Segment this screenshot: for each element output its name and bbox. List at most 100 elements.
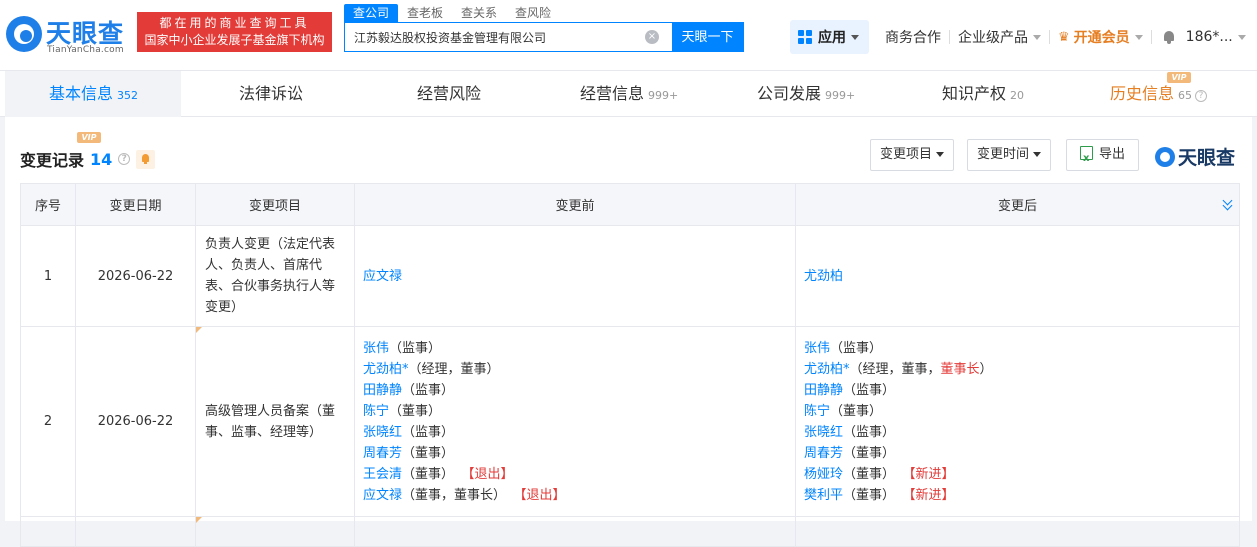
list-item: 张伟（监事） (804, 338, 1231, 359)
row-after: 尤劲柏 (795, 225, 1240, 327)
search-button[interactable]: 天眼一下 (672, 23, 743, 51)
tab-legal[interactable]: 法律诉讼 (239, 71, 303, 117)
row-after: 张伟（监事） 尤劲柏*（经理，董事，董事长） 田静静（监事） 陈宁（董事） 张晓… (795, 326, 1240, 517)
tab-count: 20 (1010, 89, 1025, 102)
person-link[interactable]: 王会清 (363, 467, 402, 482)
tab-intellectual-property[interactable]: 知识产权 20 (942, 71, 1024, 117)
row-change-item: 高级管理人员备案（董事、监事、经理等） (195, 326, 355, 517)
crown-icon: ♛ (1058, 29, 1070, 45)
column-header-index: 序号 (20, 183, 76, 226)
top-nav: 应用 商务合作 企业级产品 ♛ 开通会员 186*... (790, 20, 1246, 54)
exit-tag: 【退出】 (520, 487, 566, 503)
tab-count: 999+ (825, 89, 856, 102)
list-item: 王会清（董事） 【退出】 (363, 464, 787, 485)
list-item: 尤劲柏*（经理，董事） (363, 359, 787, 380)
monitor-bell-icon[interactable] (136, 149, 156, 169)
chevron-down-icon (1134, 34, 1143, 40)
person-link[interactable]: 应文禄 (363, 488, 402, 503)
chevron-down-icon (1237, 34, 1246, 40)
new-marker-corner (196, 517, 202, 523)
person-link[interactable]: 应文禄 (363, 269, 402, 284)
person-link[interactable]: 张晓红 (363, 425, 402, 440)
row-before: 张伟（监事） 尤劲柏*（经理，董事） 田静静（监事） 陈宁（董事） 张晓红（监事… (354, 326, 796, 517)
tab-operation-risk[interactable]: 经营风险 (417, 71, 481, 117)
person-link[interactable]: 周春芳 (804, 446, 843, 461)
person-role: （监事） (402, 382, 455, 398)
apps-menu-button[interactable]: 应用 (790, 20, 869, 54)
person-link[interactable]: 张晓红 (804, 425, 843, 440)
search-tab-relation[interactable]: 查关系 (452, 4, 506, 22)
search-tab-boss[interactable]: 查老板 (398, 4, 452, 22)
tab-count: 352 (117, 89, 139, 102)
person-link[interactable]: 周春芳 (363, 446, 402, 461)
slogan-line-2: 国家中小企业发展子基金旗下机构 (144, 33, 325, 47)
person-role: （董事） (389, 403, 442, 419)
chevron-down-icon (851, 34, 859, 40)
list-item: 张晓红（监事） (804, 422, 1231, 443)
list-item: 张晓红（监事） (363, 422, 787, 443)
filter-change-time-dropdown[interactable]: 变更时间 (967, 139, 1052, 171)
row-date (75, 516, 196, 547)
chevron-down-icon (1033, 34, 1041, 40)
list-item: 杨娅玲（董事） 【新进】 (804, 464, 1231, 485)
tianyancha-logo[interactable]: 天眼查 TianYanCha.com (6, 12, 130, 56)
enterprise-products-menu[interactable]: 企业级产品 (950, 27, 1049, 47)
person-link[interactable]: 尤劲柏* (804, 362, 850, 377)
person-link[interactable]: 张伟 (804, 341, 830, 356)
tab-label: 经营风险 (417, 84, 482, 103)
business-cooperation-link[interactable]: 商务合作 (877, 27, 949, 47)
section-title-text: 变更记录 (20, 151, 85, 170)
person-link[interactable]: 田静静 (363, 383, 402, 398)
row-before (354, 516, 796, 547)
column-header-before: 变更前 (354, 183, 796, 226)
row-change-item: 负责人变更（法定代表人、负责人、首席代表、合伙事务执行人等变更） (195, 225, 355, 327)
filter-change-item-dropdown[interactable]: 变更项目 (870, 139, 955, 171)
open-vip-label: 开通会员 (1073, 30, 1130, 46)
row-change-item (195, 516, 355, 547)
person-role: （董事） (402, 445, 455, 461)
user-menu[interactable]: 186*... (1186, 29, 1246, 45)
search-tab-company[interactable]: 查公司 (344, 4, 399, 22)
change-item-text: 高级管理人员备案（董事、监事、经理等） (205, 403, 336, 440)
list-item: 田静静（监事） (363, 380, 787, 401)
person-link[interactable]: 杨娅玲 (804, 467, 843, 482)
person-role: （董事） (843, 487, 896, 503)
list-item: 樊利平（董事） 【新进】 (804, 485, 1231, 506)
help-icon[interactable]: ? (1195, 90, 1208, 102)
person-link[interactable]: 陈宁 (804, 404, 830, 419)
search-box: × 天眼一下 (344, 22, 744, 52)
eye-logo-icon (1155, 146, 1175, 167)
list-item: 陈宁（董事） (363, 401, 787, 422)
export-button[interactable]: 导出 (1066, 139, 1140, 174)
search-tab-risk[interactable]: 查风险 (506, 4, 560, 22)
apps-grid-icon (798, 30, 812, 44)
person-role: （董事） (843, 445, 896, 461)
tab-count: 65 (1178, 89, 1193, 102)
person-link[interactable]: 陈宁 (363, 404, 389, 419)
person-link[interactable]: 张伟 (363, 341, 389, 356)
brand-text: 天眼查 (1178, 147, 1236, 169)
notification-bell-icon[interactable] (1162, 30, 1176, 44)
open-vip-menu[interactable]: ♛ 开通会员 (1050, 27, 1151, 47)
person-link[interactable]: 樊利平 (804, 488, 843, 503)
expand-all-icon[interactable] (1223, 198, 1233, 210)
help-icon[interactable]: ? (118, 153, 131, 165)
clear-icon[interactable]: × (645, 30, 659, 44)
tab-basic-info[interactable]: 基本信息 352 (5, 71, 181, 117)
person-link[interactable]: 尤劲柏 (804, 269, 843, 284)
person-role: （监事） (843, 382, 896, 398)
person-link[interactable]: 田静静 (804, 383, 843, 398)
search-input[interactable] (345, 23, 645, 51)
chevron-down-icon (1033, 152, 1042, 157)
exit-tag: 【退出】 (468, 466, 514, 482)
user-phone: 186*... (1185, 29, 1233, 45)
tab-company-development[interactable]: 公司发展 999+ (757, 71, 855, 117)
person-link[interactable]: 尤劲柏* (363, 362, 409, 377)
company-tab-bar: 基本信息 352 法律诉讼 经营风险 经营信息 999+ 公司发展 999+ 知识产权… (0, 71, 1257, 117)
tab-operation-info[interactable]: 经营信息 999+ (580, 71, 678, 117)
tab-history-info[interactable]: 历史信息 65? (1110, 71, 1208, 117)
table-row: 2 2026-06-22 高级管理人员备案（董事、监事、经理等） 张伟（监事） … (20, 326, 1240, 517)
row-index (20, 516, 76, 547)
list-item: 周春芳（董事） (804, 443, 1231, 464)
new-tag: 【新进】 (909, 487, 955, 503)
